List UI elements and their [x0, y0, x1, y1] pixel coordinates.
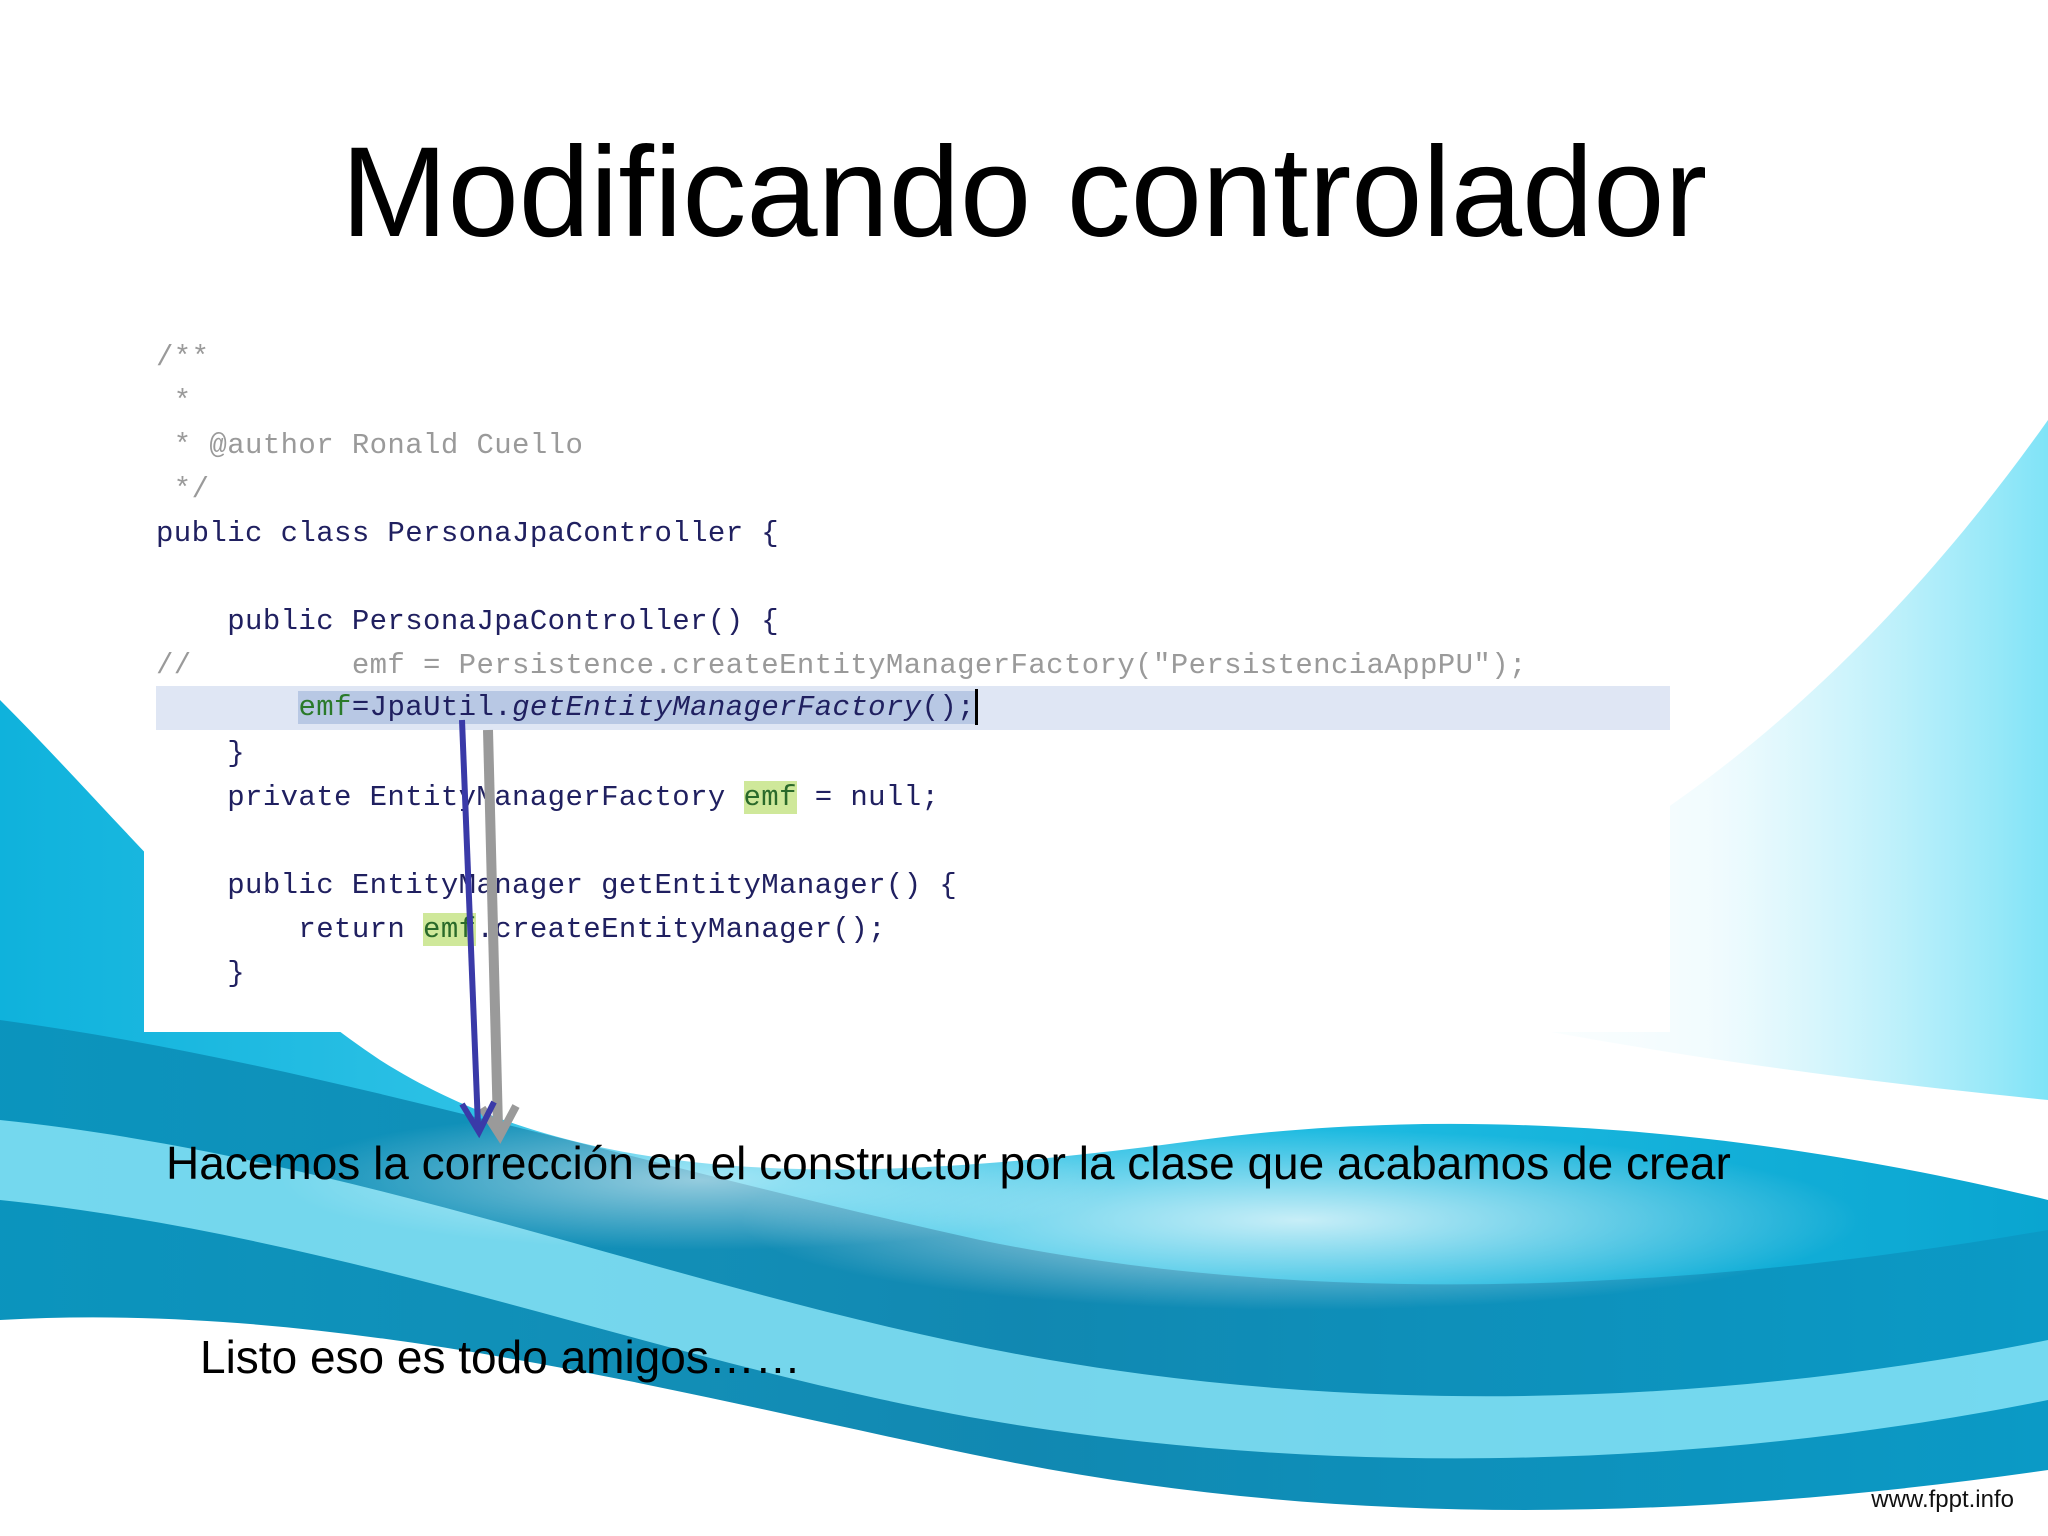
code-token: = null;: [796, 781, 940, 814]
code-line: public EntityManager getEntityManager() …: [156, 869, 958, 902]
text-cursor: [974, 689, 978, 726]
variable-emf: emf: [298, 691, 352, 724]
method-token: getEntityManagerFactory: [512, 691, 922, 724]
code-line: public PersonaJpaController() {: [156, 605, 780, 638]
footer-url: www.fppt.info: [1871, 1486, 2014, 1513]
selected-code: emf=JpaUtil.getEntityManagerFactory();: [298, 691, 975, 724]
code-line: return emf.createEntityManager();: [156, 908, 886, 952]
code-token: =JpaUtil.: [351, 691, 513, 724]
code-line: *: [156, 385, 192, 418]
code-line: }: [156, 957, 246, 990]
variable-emf-highlight: emf: [743, 781, 797, 814]
code-line-selected: emf=JpaUtil.getEntityManagerFactory();: [156, 686, 978, 730]
code-token: return: [156, 913, 424, 946]
slide-title: Modificando controlador: [340, 121, 1708, 264]
code-line-commented: // emf = Persistence.createEntityManager…: [156, 649, 1527, 682]
caption-text: Hacemos la corrección en el constructor …: [166, 1137, 1731, 1189]
code-token: .createEntityManager();: [476, 913, 886, 946]
code-line: * @author Ronald Cuello: [156, 429, 584, 462]
variable-emf-highlight: emf: [423, 913, 477, 946]
closing-text: Listo eso es todo amigos……: [200, 1331, 801, 1383]
code-screenshot: /** * * @author Ronald Cuello */ public …: [144, 330, 1670, 1032]
code-line: private EntityManagerFactory emf = null;: [156, 776, 939, 820]
code-line: /**: [156, 341, 210, 374]
code-line: }: [156, 737, 246, 770]
code-line: */: [156, 473, 210, 506]
code-line: public class PersonaJpaController {: [156, 517, 780, 550]
code-token: ();: [921, 691, 975, 724]
code-token: private EntityManagerFactory: [156, 781, 744, 814]
